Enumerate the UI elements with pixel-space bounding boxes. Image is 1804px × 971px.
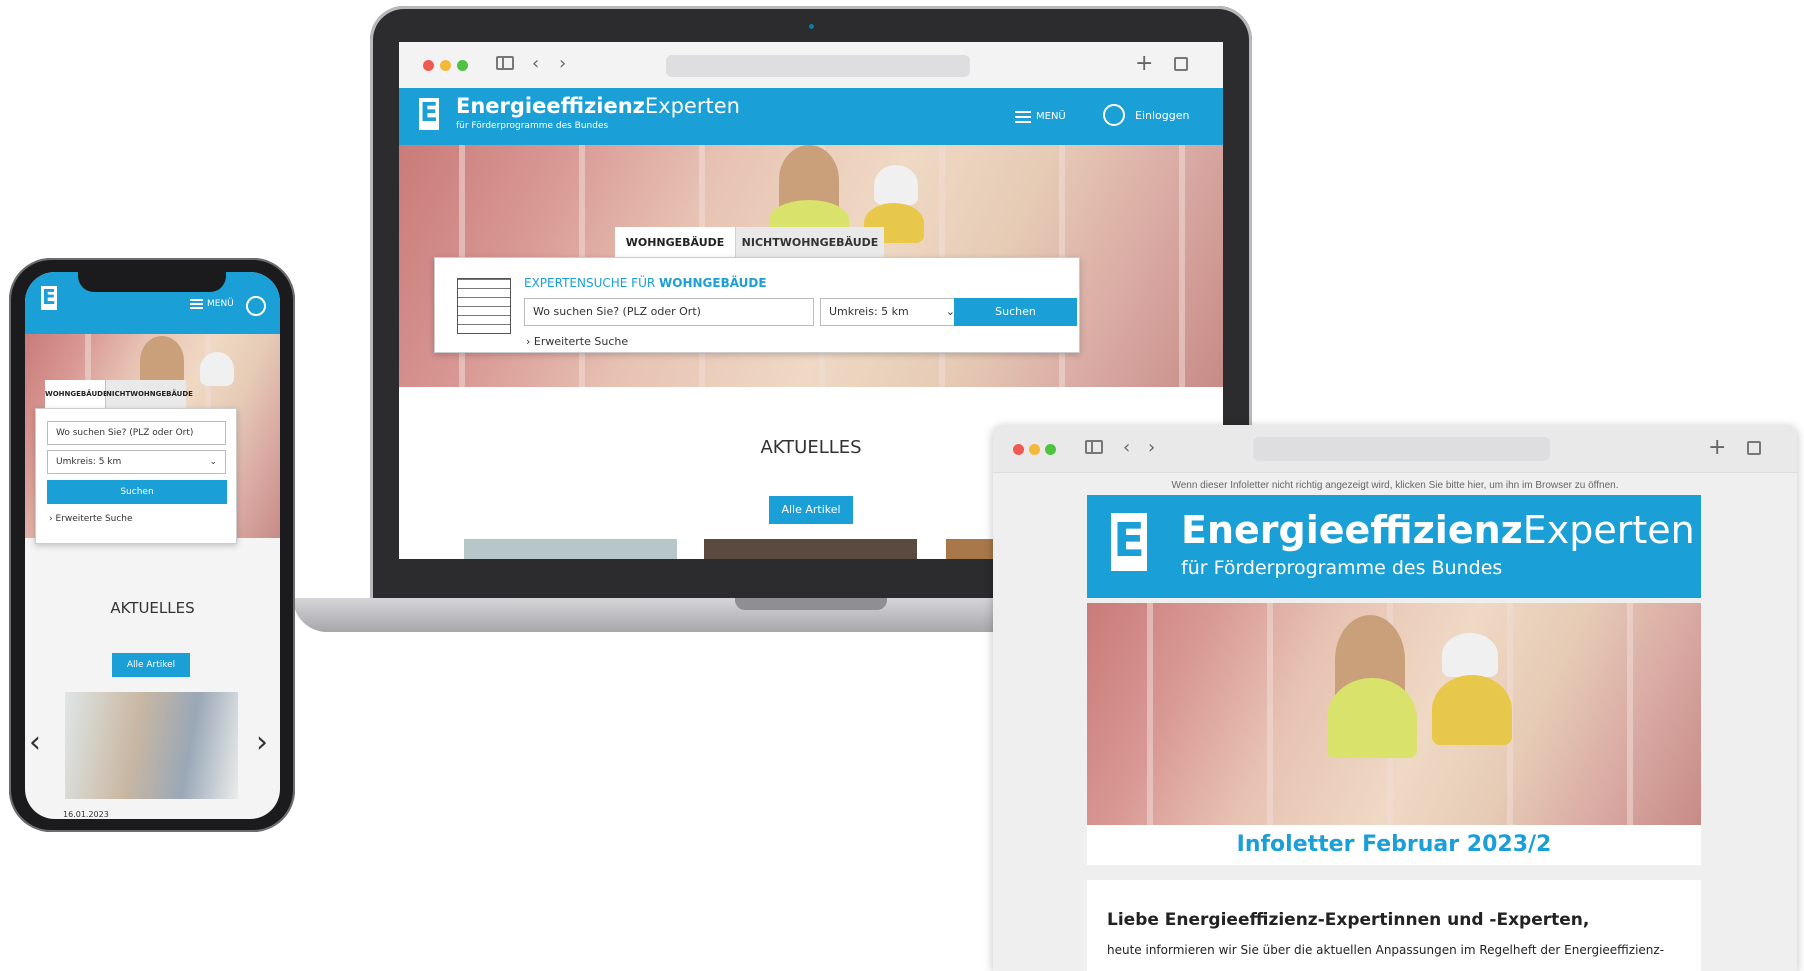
hamburger-icon[interactable] xyxy=(190,299,203,309)
menu-label[interactable]: MENÜ xyxy=(207,299,234,309)
sidebar-icon[interactable] xyxy=(496,56,514,70)
all-articles-button[interactable]: Alle Artikel xyxy=(112,653,190,677)
radius-select[interactable]: Umkreis: 5 km ⌄ xyxy=(47,450,226,474)
issue-title-bar: Infoletter Februar 2023/2 xyxy=(1087,825,1701,865)
tab-residential[interactable]: WOHNGEBÄUDE xyxy=(45,380,108,408)
all-articles-button[interactable]: Alle Artikel xyxy=(769,496,853,524)
worker-figure xyxy=(140,336,184,386)
user-icon[interactable] xyxy=(1103,104,1125,126)
issue-title: Infoletter Februar 2023/2 xyxy=(1236,832,1552,857)
greeting: Liebe Energieeffizienz-Expertinnen und -… xyxy=(1107,910,1590,930)
article-thumbnail[interactable] xyxy=(704,539,917,559)
chevron-right-icon: › xyxy=(526,335,534,348)
location-input[interactable]: Wo suchen Sie? (PLZ oder Ort) xyxy=(47,421,226,445)
phone-screen: E MENÜ WOHNGEBÄUDE NICHTWOHNGEBÄUDE Wo s… xyxy=(25,272,280,819)
minimize-window-button[interactable] xyxy=(440,60,451,71)
view-in-browser-notice[interactable]: Wenn dieser Infoletter nicht richtig ang… xyxy=(993,480,1797,491)
minimize-window-button[interactable] xyxy=(1029,444,1040,455)
user-icon[interactable] xyxy=(246,296,266,316)
worker-vest xyxy=(1327,678,1417,758)
site-header: E EnergieeffizienzExperten für Förderpro… xyxy=(399,88,1223,145)
worker-jacket xyxy=(1432,675,1512,745)
radius-select[interactable]: Umkreis: 5 km ⌄ xyxy=(820,298,966,326)
newsletter-window: ‹ › + Wenn dieser Infoletter nicht richt… xyxy=(993,425,1797,971)
chevron-down-icon: ⌄ xyxy=(209,457,217,467)
search-button[interactable]: Suchen xyxy=(47,480,227,504)
close-window-button[interactable] xyxy=(1013,444,1024,455)
chevron-right-icon[interactable]: › xyxy=(256,728,268,758)
tab-residential[interactable]: WOHNGEBÄUDE xyxy=(615,227,735,258)
sidebar-icon[interactable] xyxy=(1085,440,1103,454)
hard-hat xyxy=(874,165,918,205)
expert-search-panel: EXPERTENSUCHE FÜR WOHNGEBÄUDE Wo suchen … xyxy=(434,257,1080,353)
address-bar[interactable] xyxy=(1253,437,1550,461)
search-title: EXPERTENSUCHE FÜR WOHNGEBÄUDE xyxy=(524,276,767,290)
plus-icon[interactable]: + xyxy=(1708,437,1726,459)
newsletter-header: E EnergieeffizienzExperten für Förderpro… xyxy=(1087,495,1701,598)
expert-search-panel: Wo suchen Sie? (PLZ oder Ort) Umkreis: 5… xyxy=(35,408,237,544)
location-input[interactable]: Wo suchen Sie? (PLZ oder Ort) xyxy=(524,298,814,326)
phone-notch xyxy=(78,270,226,292)
tab-nonresidential[interactable]: NICHTWOHNGEBÄUDE xyxy=(106,380,193,408)
chevron-right-icon[interactable]: › xyxy=(1148,439,1155,457)
newsletter-body: Liebe Energieeffizienz-Expertinnen und -… xyxy=(1087,880,1701,971)
brand-subtitle: für Förderprogramme des Bundes xyxy=(456,121,609,131)
advanced-search-link[interactable]: › Erweiterte Suche xyxy=(526,335,628,348)
article-image[interactable] xyxy=(65,692,238,799)
login-link[interactable]: Einloggen xyxy=(1135,109,1189,122)
logo-mark[interactable]: E xyxy=(41,286,57,310)
plus-icon[interactable]: + xyxy=(1135,53,1153,75)
brand-subtitle: für Förderprogramme des Bundes xyxy=(1181,557,1503,579)
brand-name[interactable]: EnergieeffizienzExperten xyxy=(456,94,740,118)
search-button[interactable]: Suchen xyxy=(954,298,1077,326)
logo-mark[interactable]: E xyxy=(419,98,439,130)
tabs-icon[interactable] xyxy=(1747,441,1761,455)
tab-nonresidential[interactable]: NICHTWOHNGEBÄUDE xyxy=(736,227,884,258)
newsletter-hero-image xyxy=(1087,603,1701,825)
chevron-left-icon[interactable]: ‹ xyxy=(532,55,539,73)
hard-hat xyxy=(200,352,234,386)
chevron-left-icon[interactable]: ‹ xyxy=(29,728,41,758)
menu-label[interactable]: MENÜ xyxy=(1036,111,1066,122)
intro-text: heute informieren wir Sie über die aktue… xyxy=(1107,943,1665,957)
advanced-search-link[interactable]: › Erweiterte Suche xyxy=(49,514,133,524)
address-bar[interactable] xyxy=(666,55,970,77)
close-window-button[interactable] xyxy=(423,60,434,71)
tabs-icon[interactable] xyxy=(1174,57,1188,71)
chevron-left-icon[interactable]: ‹ xyxy=(1123,439,1130,457)
zoom-window-button[interactable] xyxy=(1045,444,1056,455)
article-date: 16.01.2023 xyxy=(63,810,109,819)
hard-hat xyxy=(1442,633,1498,677)
laptop-camera xyxy=(809,24,814,29)
browser-toolbar: ‹ › + xyxy=(993,425,1797,473)
browser-toolbar: ‹ › + xyxy=(399,42,1223,89)
chevron-right-icon[interactable]: › xyxy=(559,55,566,73)
laptop-opening-notch xyxy=(735,598,887,610)
news-heading: AKTUELLES xyxy=(110,599,195,617)
article-thumbnail[interactable] xyxy=(464,539,677,559)
hamburger-icon[interactable] xyxy=(1015,111,1031,123)
logo-mark: E xyxy=(1111,513,1147,571)
zoom-window-button[interactable] xyxy=(457,60,468,71)
building-icon xyxy=(457,278,511,334)
brand-name: EnergieeffizienzExperten xyxy=(1181,508,1695,552)
